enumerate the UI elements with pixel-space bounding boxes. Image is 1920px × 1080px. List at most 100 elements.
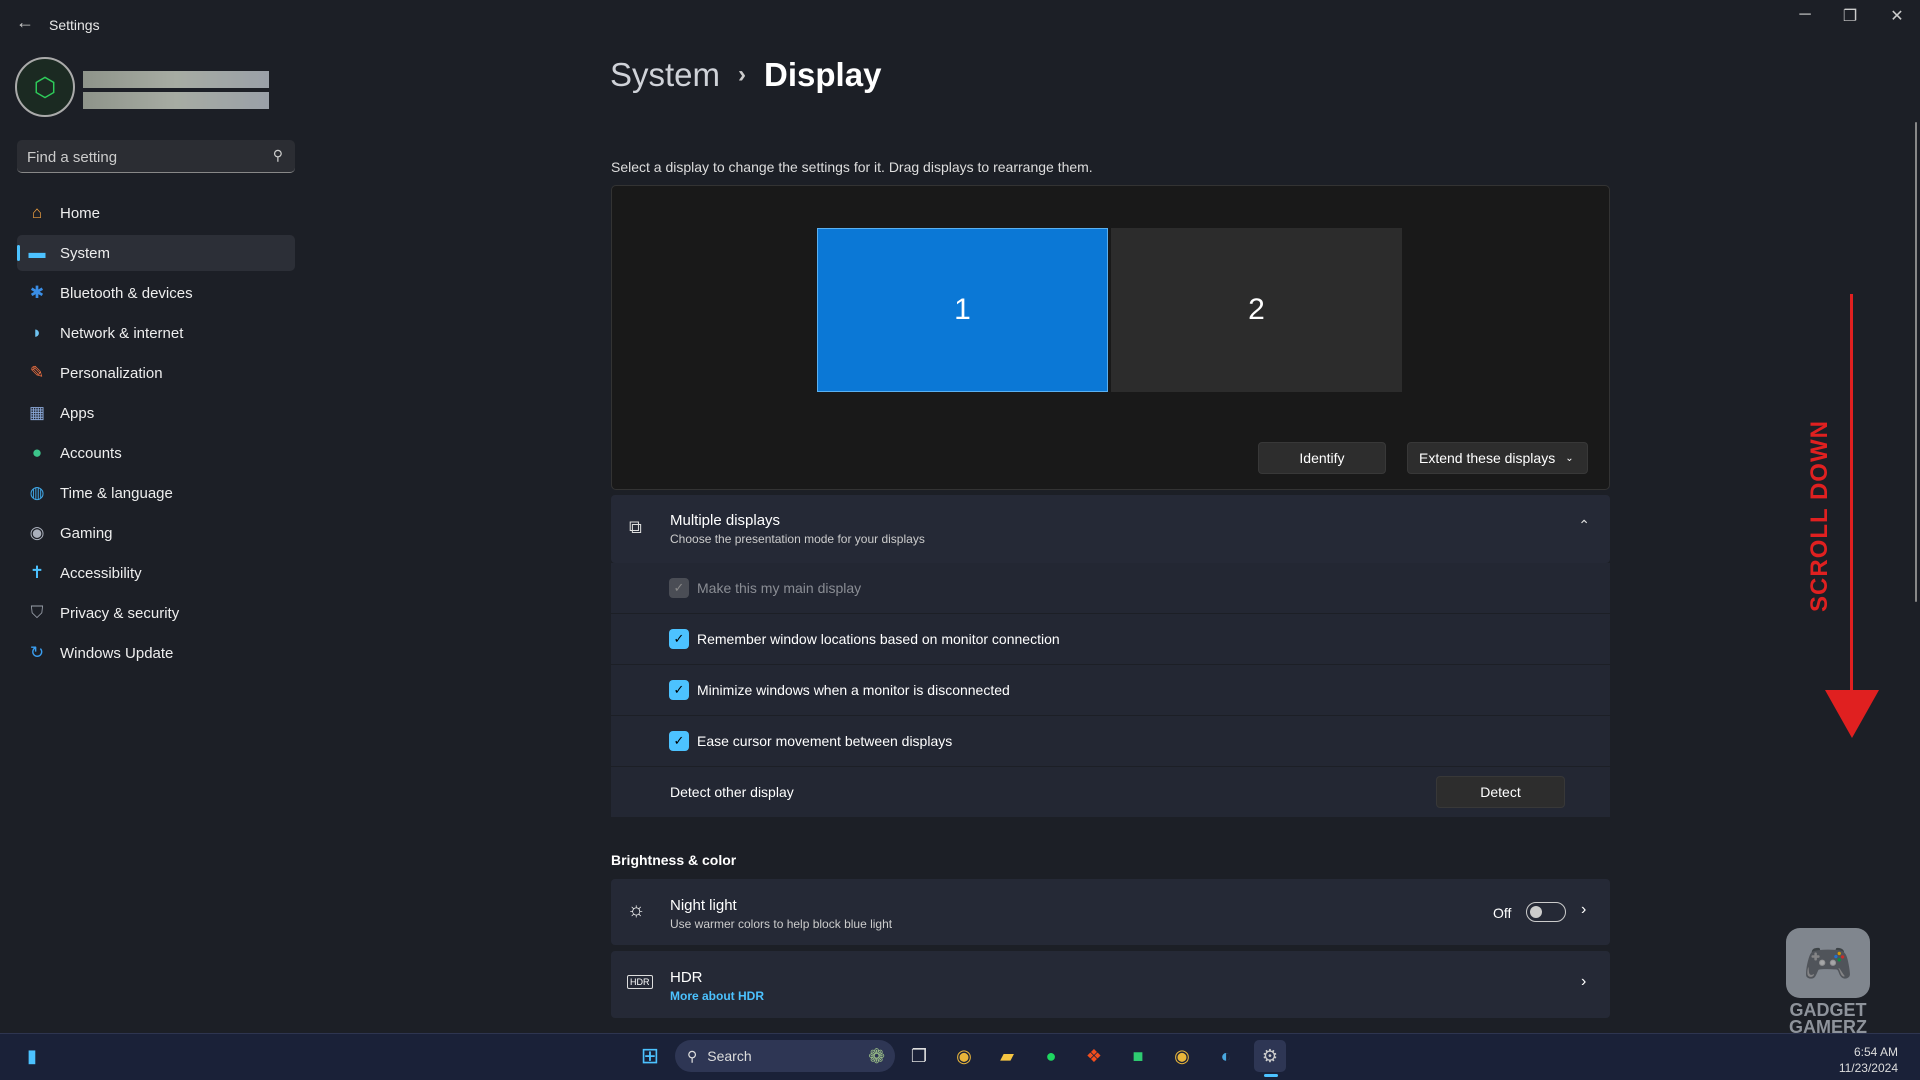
monitor-2[interactable]: 2	[1111, 228, 1402, 392]
night-light-subtitle: Use warmer colors to help block blue lig…	[670, 917, 893, 931]
option-row: ✓ Remember window locations based on moni…	[611, 614, 1610, 664]
checkbox[interactable]: ✓	[669, 680, 689, 700]
brightness-heading: Brightness & color	[611, 852, 737, 868]
widgets-icon[interactable]: ▮	[16, 1040, 48, 1072]
sidebar-item-network-internet[interactable]: ◗ Network & internet	[17, 315, 295, 351]
sidebar-item-label: Apps	[60, 404, 95, 422]
sidebar-item-windows-update[interactable]: ↻ Windows Update	[17, 635, 295, 671]
settings-taskbar-icon[interactable]: ⚙	[1254, 1040, 1286, 1072]
sidebar-item-label: Gaming	[60, 524, 113, 542]
checkbox[interactable]: ✓	[669, 731, 689, 751]
chrome-profile-icon[interactable]: ◉	[1166, 1040, 1198, 1072]
system-icon: ▬	[28, 243, 46, 262]
account-icon: ●	[31, 443, 43, 462]
task-view-icon[interactable]: ❐	[903, 1040, 935, 1072]
multiple-displays-header[interactable]: ⧉ Multiple displays Choose the presentati…	[611, 495, 1610, 563]
breadcrumb-system[interactable]: System	[610, 56, 720, 94]
sidebar-item-system[interactable]: ▬ System	[17, 235, 295, 271]
sidebar-item-label: Personalization	[60, 364, 163, 382]
multiple-displays-subtitle: Choose the presentation mode for your di…	[670, 532, 925, 546]
update-icon: ↻	[29, 643, 45, 662]
more-about-hdr-link[interactable]: More about HDR	[670, 989, 764, 1003]
sidebar-item-label: Time & language	[60, 484, 173, 502]
globe-icon: ◍	[29, 483, 45, 502]
night-light-title: Night light	[670, 897, 737, 914]
gamepad-icon: ◉	[29, 523, 45, 542]
scroll-arrow-shaft	[1850, 294, 1853, 714]
chevron-right-icon: ›	[738, 61, 747, 88]
scroll-down-annotation: SCROLL DOWN	[1806, 420, 1833, 612]
scrollbar[interactable]	[1915, 122, 1917, 602]
file-explorer-icon[interactable]: ▰	[991, 1040, 1023, 1072]
night-light-state: Off	[1493, 905, 1512, 921]
detect-button[interactable]: Detect	[1436, 776, 1565, 808]
clock-time: 6:54 AM	[1853, 1045, 1898, 1059]
active-indicator	[1264, 1074, 1278, 1077]
night-light-row[interactable]: ☼ Night light Use warmer colors to help b…	[611, 879, 1610, 945]
sidebar-item-label: System	[60, 244, 111, 262]
monitor-1[interactable]: 1	[817, 228, 1108, 392]
night-light-toggle[interactable]	[1526, 902, 1566, 922]
multiple-displays-icon: ⧉	[629, 517, 642, 537]
minimize-button[interactable]: ─	[1790, 6, 1820, 24]
display-hint: Select a display to change the settings …	[611, 159, 1093, 175]
multiple-displays-title: Multiple displays	[670, 512, 781, 529]
app-green-icon[interactable]: ■	[1122, 1040, 1154, 1072]
accessibility-icon: ✝	[29, 563, 45, 582]
redacted-email	[83, 92, 269, 109]
hdr-row[interactable]: HDR HDR More about HDR ›	[611, 951, 1610, 1018]
clock-date: 11/23/2024	[1838, 1061, 1898, 1075]
back-button[interactable]: ←	[16, 12, 34, 33]
taskbar-search-label: Search	[707, 1048, 752, 1064]
maximize-button[interactable]: ❐	[1835, 6, 1865, 26]
sidebar-item-label: Network & internet	[60, 324, 184, 342]
sun-icon: ☼	[627, 899, 646, 921]
hdr-title: HDR	[670, 969, 703, 986]
sidebar-item-label: Privacy & security	[60, 604, 180, 622]
sidebar-item-privacy-security[interactable]: ⛉ Privacy & security	[17, 595, 295, 631]
arrow-down-icon	[1825, 690, 1879, 738]
bluetooth-icon: ✱	[29, 283, 45, 302]
display-mode-dropdown[interactable]: Extend these displays ⌄	[1407, 442, 1588, 474]
download-manager-icon[interactable]: ◐	[1210, 1040, 1242, 1072]
sidebar-item-label: Bluetooth & devices	[60, 284, 193, 302]
option-label: Ease cursor movement between displays	[697, 733, 953, 749]
search-icon: ⚲	[687, 1047, 698, 1064]
option-label: Remember window locations based on monit…	[697, 631, 1060, 647]
display-mode-value: Extend these displays	[1419, 450, 1556, 466]
chevron-right-icon: ›	[1581, 973, 1587, 990]
sidebar-item-home[interactable]: ⌂ Home	[17, 195, 295, 231]
sidebar-item-bluetooth-devices[interactable]: ✱ Bluetooth & devices	[17, 275, 295, 311]
chevron-up-icon[interactable]: ⌃	[1578, 517, 1590, 534]
brush-icon: ✎	[29, 363, 45, 382]
close-button[interactable]: ✕	[1882, 6, 1912, 26]
sidebar-item-personalization[interactable]: ✎ Personalization	[17, 355, 295, 391]
hdr-icon: HDR	[627, 975, 653, 989]
search-icon: ⚲	[272, 147, 283, 163]
avatar[interactable]: ⬡	[15, 57, 75, 117]
taskbar-search[interactable]: ⚲ Search ❁	[675, 1040, 895, 1072]
home-icon: ⌂	[31, 203, 43, 222]
search-highlight-icon: ❁	[868, 1045, 885, 1068]
chrome-icon[interactable]: ◉	[948, 1040, 980, 1072]
sidebar-item-accounts[interactable]: ● Accounts	[17, 435, 295, 471]
avatar-skull-icon: ⬡	[33, 71, 57, 102]
sidebar-item-time-language[interactable]: ◍ Time & language	[17, 475, 295, 511]
sidebar-item-accessibility[interactable]: ✝ Accessibility	[17, 555, 295, 591]
sidebar-item-apps[interactable]: ▦ Apps	[17, 395, 295, 431]
option-row: ✓ Make this my main display	[611, 563, 1610, 613]
search-input[interactable]: Find a setting ⚲	[17, 140, 295, 173]
sidebar-item-gaming[interactable]: ◉ Gaming	[17, 515, 295, 551]
checkbox[interactable]: ✓	[669, 629, 689, 649]
identify-button[interactable]: Identify	[1258, 442, 1386, 474]
option-row: ✓ Minimize windows when a monitor is disc…	[611, 665, 1610, 715]
watermark-gamepad-logo: 🎮	[1786, 928, 1870, 998]
start-windows-icon[interactable]: ⊞	[634, 1040, 666, 1072]
wifi-icon: ◗	[31, 323, 43, 342]
spotify-icon[interactable]: ●	[1035, 1040, 1067, 1072]
clock[interactable]: 6:54 AM 11/23/2024	[1800, 1044, 1898, 1076]
chevron-right-icon: ›	[1581, 901, 1587, 918]
search-placeholder: Find a setting	[27, 149, 118, 166]
figma-icon[interactable]: ❖	[1078, 1040, 1110, 1072]
option-label: Minimize windows when a monitor is disco…	[697, 682, 1010, 698]
